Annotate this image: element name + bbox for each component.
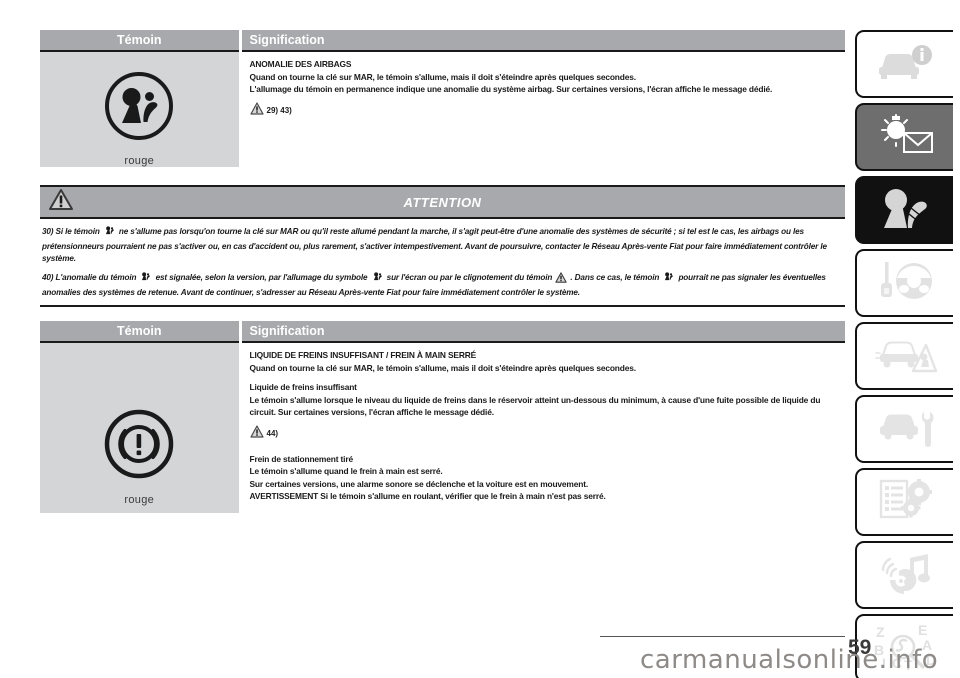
light-envelope-icon: [874, 112, 936, 163]
header-temoin: Témoin: [40, 30, 240, 51]
brake-fluid-reference: 44): [249, 424, 842, 443]
sidebar-item-starting-driving[interactable]: [855, 249, 953, 317]
manual-page: Témoin Signification rouge ANOMALIE DES …: [0, 0, 960, 678]
attention-marker-1: 30): [42, 227, 54, 236]
brakes-intro: Quand on tourne la clé sur MAR, le témoi…: [249, 362, 637, 373]
airbag-reference-text: 29) 43): [266, 106, 292, 115]
attention-text-1a: Si le témoin: [55, 227, 102, 236]
airbag-person-icon: [875, 186, 935, 235]
sidebar-item-emergency[interactable]: [855, 322, 953, 390]
lamp-color-label: rouge: [124, 494, 155, 507]
attention-paragraph-1: 30) Si le témoin ne s'allume pas lorsqu'…: [42, 224, 839, 266]
sidebar-item-technical-data[interactable]: [855, 468, 953, 536]
lamp-color-label: rouge: [124, 155, 155, 167]
brakes-table-header-row: Témoin Signification: [40, 321, 845, 343]
car-info-icon: [874, 42, 936, 87]
header-temoin: Témoin: [40, 321, 240, 343]
attention-text-2d: . Dans ce cas, le témoin: [570, 272, 662, 282]
car-hazard-triangle-icon: [873, 333, 938, 380]
parking-brake-line-1: Le témoin s'allume quand le frein à main…: [249, 466, 443, 477]
page-content: Témoin Signification rouge ANOMALIE DES …: [40, 30, 845, 513]
airbag-warning-icon: [662, 270, 675, 287]
attention-text-1b: ne s'allume pas lorsqu'on tourne la clé …: [42, 227, 827, 264]
footer-divider: [600, 636, 845, 637]
parking-brake-section: Frein de stationnement tiré Le témoin s'…: [250, 453, 842, 503]
airbag-lamp-cell: rouge: [40, 50, 240, 167]
brakes-lamp-cell: rouge: [40, 341, 240, 513]
watermark: carmanualsonline.info: [640, 645, 939, 675]
sidebar-item-maintenance[interactable]: [855, 395, 953, 463]
airbag-reference: 29) 43): [249, 101, 842, 120]
airbag-warning-icon: [139, 270, 152, 287]
parking-brake-line-2: Sur certaines versions, une alarme sonor…: [249, 478, 589, 489]
table-row: rouge ANOMALIE DES AIRBAGS Quand on tour…: [40, 50, 845, 167]
parking-brake-heading: Frein de stationnement tiré: [249, 453, 354, 464]
brakes-table: Témoin Signification rouge LIQUIDE DE FR…: [40, 321, 845, 513]
warning-triangle-icon: [249, 424, 264, 443]
brakes-title: LIQUIDE DE FREINS INSUFFISANT / FREIN À …: [249, 350, 477, 361]
airbag-paragraph-1: Quand on tourne la clé sur MAR, le témoi…: [249, 71, 637, 82]
header-signification: Signification: [238, 321, 845, 343]
sidebar-item-dashboard-info[interactable]: [855, 30, 953, 98]
attention-box: ATTENTION 30) Si le témoin ne s'allume p…: [40, 185, 845, 308]
attention-title: ATTENTION: [403, 194, 482, 210]
key-steering-wheel-icon: [874, 259, 936, 308]
airbag-table-header-row: Témoin Signification: [40, 30, 845, 51]
brake-fluid-body: Le témoin s'allume lorsque le niveau du …: [249, 394, 821, 418]
attention-body: 30) Si le témoin ne s'allume pas lorsqu'…: [40, 217, 845, 308]
sidebar-item-lights-messages[interactable]: [855, 103, 953, 171]
car-wrench-icon: [874, 406, 936, 453]
document-gears-icon: [876, 478, 934, 527]
attention-text-2a: L'anomalie du témoin: [55, 272, 139, 282]
svg-text:Z: Z: [876, 624, 885, 640]
header-signification: Signification: [238, 30, 845, 51]
attention-paragraph-2: 40) L'anomalie du témoin est signalée, s…: [42, 270, 839, 299]
brake-warning-icon: [102, 407, 176, 486]
sidebar-item-multimedia[interactable]: [855, 541, 953, 609]
warning-triangle-icon: [555, 271, 567, 287]
sidebar-item-safety[interactable]: [855, 176, 953, 244]
brake-fluid-heading: Liquide de freins insuffisant: [249, 382, 357, 393]
warning-triangle-icon: [249, 101, 264, 120]
table-row: rouge LIQUIDE DE FREINS INSUFFISANT / FR…: [40, 341, 845, 513]
section-tabs-sidebar: Z E B A I C T D: [855, 30, 953, 678]
music-signal-icon: [876, 551, 934, 600]
brake-fluid-reference-text: 44): [266, 429, 279, 439]
brakes-description-cell: LIQUIDE DE FREINS INSUFFISANT / FREIN À …: [238, 341, 845, 513]
brake-fluid-section: Liquide de freins insuffisant Le témoin …: [250, 381, 842, 443]
attention-text-2c: sur l'écran ou par le clignotement du té…: [386, 272, 555, 282]
airbag-paragraph-2: L'allumage du témoin en permanence indiq…: [249, 84, 773, 94]
airbag-table: Témoin Signification rouge ANOMALIE DES …: [40, 30, 845, 167]
airbag-warning-icon: [103, 224, 116, 241]
airbag-title: ANOMALIE DES AIRBAGS: [249, 59, 352, 69]
attention-header: ATTENTION: [40, 185, 845, 217]
parking-brake-warning: AVERTISSEMENT Si le témoin s'allume en r…: [249, 491, 606, 502]
airbag-description-cell: ANOMALIE DES AIRBAGS Quand on tourne la …: [238, 50, 845, 167]
attention-marker-2: 40): [42, 272, 54, 282]
attention-text-2b: est signalée, selon la version, par l'al…: [155, 272, 370, 282]
airbag-warning-icon: [103, 70, 175, 147]
svg-text:E: E: [918, 622, 927, 638]
airbag-warning-icon: [371, 270, 384, 287]
